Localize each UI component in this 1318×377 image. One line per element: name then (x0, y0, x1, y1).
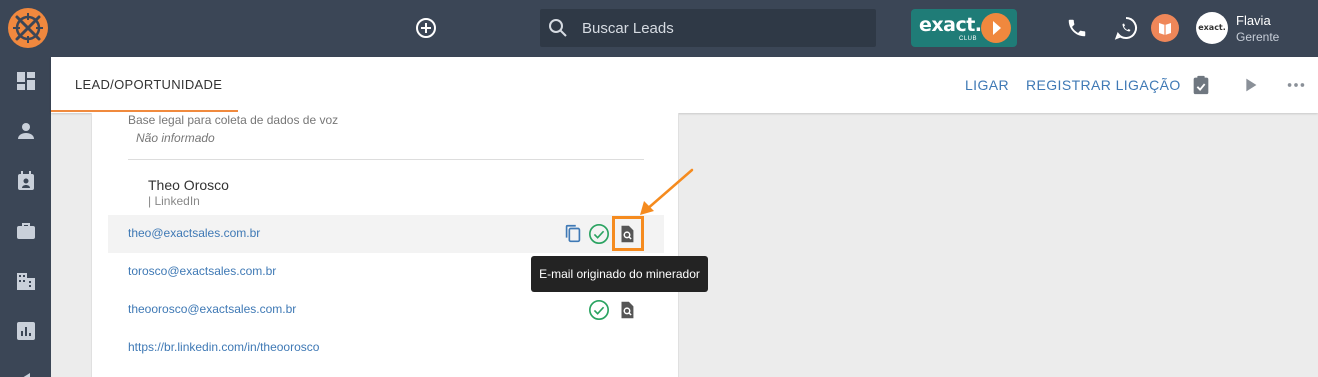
contact-source: | LinkedIn (148, 194, 200, 208)
sidebar-item-deals[interactable] (14, 219, 38, 243)
email-link[interactable]: theo@exactsales.com.br (128, 226, 260, 240)
club-logo-text: exact. (919, 14, 982, 36)
sidebar-item-contacts[interactable] (14, 119, 38, 143)
verified-status (588, 223, 610, 245)
calendar-icon (18, 171, 34, 190)
phone-button[interactable] (1066, 17, 1088, 39)
sidebar-item-campaigns[interactable] (14, 369, 38, 377)
check-circle-icon (589, 224, 609, 244)
sidebar-item-reports[interactable] (14, 319, 38, 343)
linkedin-link[interactable]: https://br.linkedin.com/in/theoorosco (128, 340, 319, 354)
sidebar-item-schedule[interactable] (14, 169, 38, 193)
avatar-text: exact. (1198, 23, 1226, 32)
report-icon (17, 322, 35, 340)
find-in-page-icon (621, 301, 634, 319)
lead-details-card: Base legal para coleta de dados de voz N… (91, 113, 679, 377)
avatar[interactable]: exact. (1196, 12, 1228, 44)
play-icon (1246, 78, 1257, 92)
person-icon (18, 123, 34, 139)
whatsapp-icon (1114, 17, 1137, 40)
play-button[interactable] (1239, 74, 1261, 96)
tooltip: E-mail originado do minerador (531, 256, 708, 292)
app-logo[interactable] (8, 8, 48, 48)
tab-lead-opportunity[interactable]: LEAD/OPORTUNIDADE (75, 77, 222, 92)
more-horizontal-icon (1287, 83, 1305, 87)
annotation-arrow-icon (640, 168, 694, 215)
whatsapp-button[interactable] (1113, 15, 1139, 41)
top-bar: Buscar Leads exact. CLUB exact. Flavia G… (0, 0, 1318, 57)
search-box[interactable]: Buscar Leads (540, 9, 876, 47)
mined-email-indicator[interactable] (616, 299, 638, 321)
sidebar (0, 57, 51, 377)
book-icon (1159, 23, 1171, 35)
exact-club-logo[interactable]: exact. CLUB (911, 9, 1017, 47)
academy-button[interactable] (1151, 14, 1179, 42)
more-options-button[interactable] (1285, 74, 1307, 96)
club-mark-icon (981, 13, 1011, 43)
verified-status (588, 299, 610, 321)
call-button[interactable]: LIGAR (965, 77, 1009, 93)
lead-header: LEAD/OPORTUNIDADE LIGAR REGISTRAR LIGAÇÃ… (51, 57, 1318, 113)
legal-basis-label: Base legal para coleta de dados de voz (128, 113, 339, 127)
clipboard-check-icon (1193, 75, 1209, 95)
briefcase-icon (17, 223, 35, 239)
list-item[interactable]: https://br.linkedin.com/in/theoorosco (108, 329, 664, 367)
search-input[interactable]: Buscar Leads (582, 20, 674, 37)
list-item[interactable]: theo@exactsales.com.br (108, 215, 664, 253)
contact-name: Theo Orosco (148, 177, 229, 193)
highlight-box (612, 216, 644, 251)
divider (128, 159, 644, 160)
task-button[interactable] (1190, 74, 1212, 96)
user-role: Gerente (1236, 30, 1280, 44)
dashboard-icon (17, 72, 35, 90)
tab-indicator (51, 110, 238, 112)
megaphone-icon (23, 373, 30, 377)
phone-icon (1068, 19, 1086, 37)
email-link[interactable]: theoorosco@exactsales.com.br (128, 302, 296, 316)
copy-icon (565, 224, 581, 243)
sidebar-item-companies[interactable] (14, 269, 38, 293)
logo-icon (13, 13, 43, 43)
search-icon (549, 19, 567, 37)
legal-basis-value: Não informado (136, 131, 215, 145)
copy-button[interactable] (562, 223, 584, 245)
check-circle-icon (589, 300, 609, 320)
email-link[interactable]: torosco@exactsales.com.br (128, 264, 276, 278)
sidebar-item-dashboard[interactable] (14, 69, 38, 93)
list-item[interactable]: theoorosco@exactsales.com.br (108, 291, 664, 329)
add-button[interactable] (415, 17, 437, 39)
plus-circle-icon (416, 18, 436, 38)
club-logo-sub: CLUB (959, 36, 978, 42)
user-name[interactable]: Flavia (1236, 13, 1271, 28)
register-call-button[interactable]: REGISTRAR LIGAÇÃO (1026, 77, 1181, 93)
building-icon (17, 273, 35, 290)
